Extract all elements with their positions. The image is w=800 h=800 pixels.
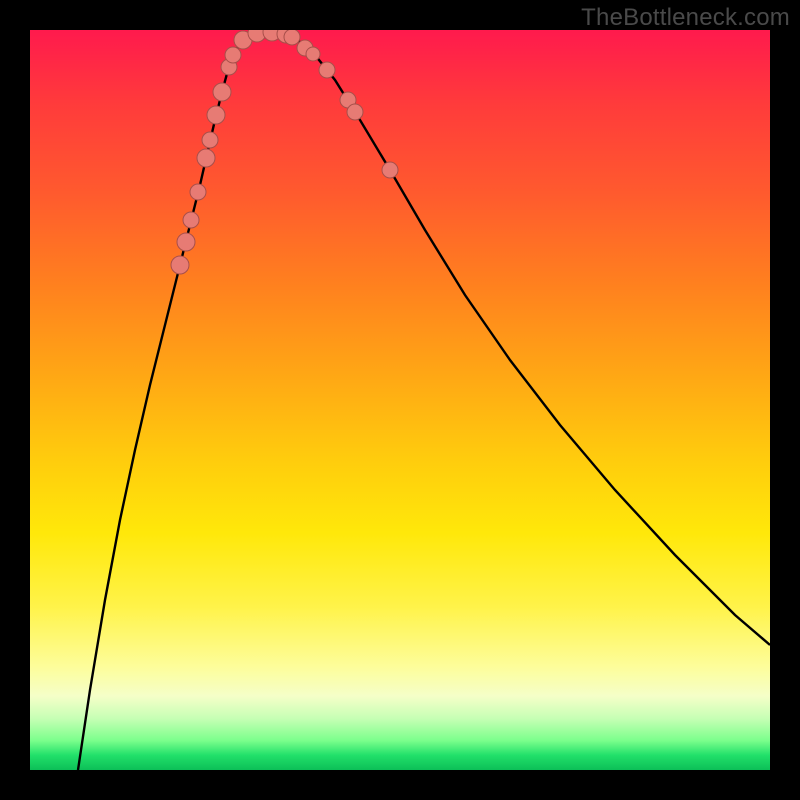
marker-dot — [319, 62, 335, 78]
marker-layer — [171, 30, 398, 274]
bottleneck-curve — [78, 32, 770, 770]
marker-dot — [197, 149, 215, 167]
marker-dot — [225, 47, 241, 63]
marker-dot — [207, 106, 225, 124]
chart-svg — [30, 30, 770, 770]
marker-dot — [284, 30, 300, 45]
marker-dot — [306, 47, 320, 61]
marker-dot — [183, 212, 199, 228]
chart-plot-area — [30, 30, 770, 770]
watermark-text: TheBottleneck.com — [581, 4, 790, 32]
marker-dot — [347, 104, 363, 120]
marker-dot — [202, 132, 218, 148]
marker-dot — [382, 162, 398, 178]
chart-frame: TheBottleneck.com — [0, 0, 800, 800]
marker-dot — [177, 233, 195, 251]
marker-dot — [190, 184, 206, 200]
marker-dot — [171, 256, 189, 274]
marker-dot — [213, 83, 231, 101]
